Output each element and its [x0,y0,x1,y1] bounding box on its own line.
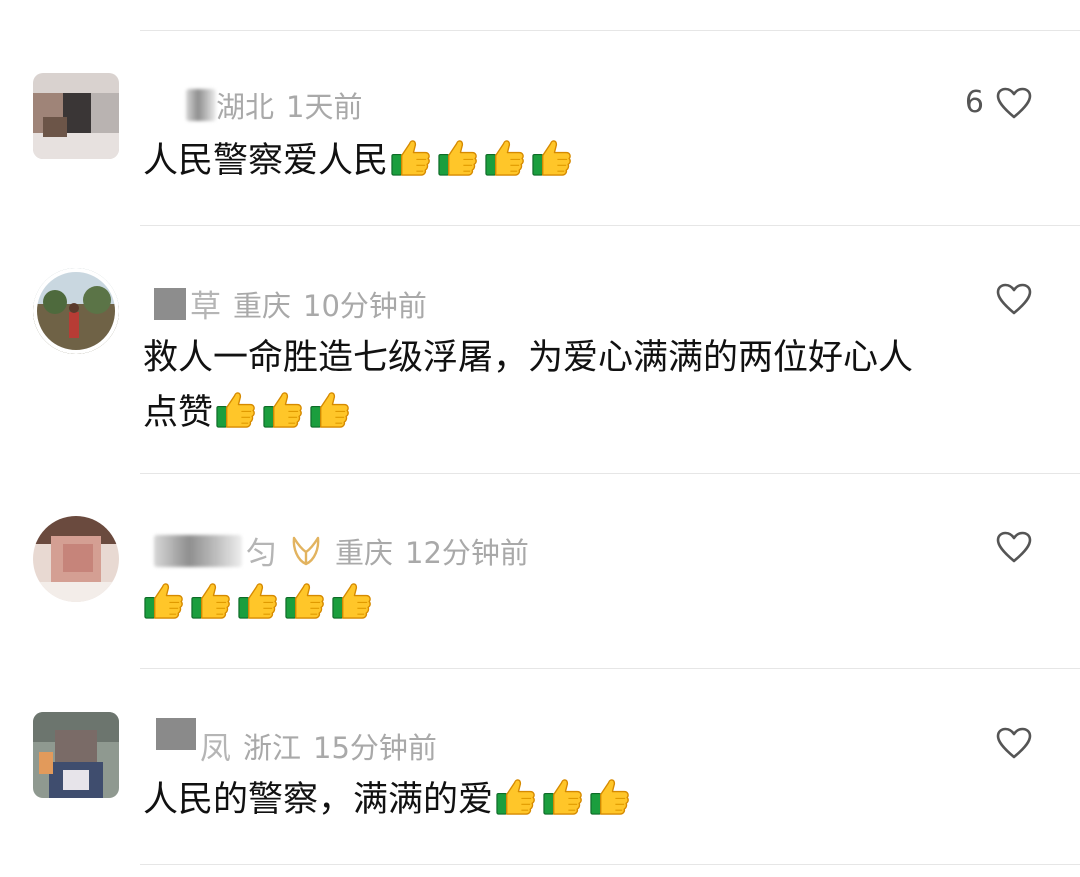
vip-badge-icon [292,536,320,565]
heart-outline-icon [996,531,1032,563]
thumbs-group [215,387,352,430]
avatar[interactable] [33,712,119,798]
comment-text-line-1: 救人一命胜造七级浮屠，为爱心满满的两位好心人 [143,338,914,378]
thumbs-up-emoji-icon [589,774,632,817]
divider-4 [140,864,1080,865]
avatar-photo-icon [33,73,119,159]
heart-outline-icon [996,87,1032,118]
avatar[interactable] [33,73,119,159]
timestamp: 15分钟前 [313,730,437,765]
thumbs-up-emoji-icon [437,135,480,178]
thumbs-up-emoji-icon [262,387,305,430]
heart-outline-icon [996,727,1032,759]
divider-top [140,30,1080,31]
comment-text [143,577,374,632]
divider-3 [140,668,1080,669]
comment-text: 救人一命胜造七级浮屠，为爱心满满的两位好心人 点赞 [143,331,913,441]
like-button[interactable] [984,531,1032,563]
username-visible-part[interactable]: 匀 [246,528,277,573]
comment-text-content: 人民的警察，满满的爱 [143,780,494,820]
username-redacted[interactable] [154,287,186,320]
location-label: 湖北 [216,90,275,124]
like-button[interactable] [984,283,1032,315]
comment-meta: 湖北 1天前 [150,84,362,126]
username-visible-part[interactable]: 凤 [200,723,231,768]
comment-text-content: 人民警察爱人民 [143,141,389,181]
comment-meta: 草 重庆 10分钟前 [150,281,427,326]
timestamp: 1天前 [286,90,363,124]
timestamp: 10分钟前 [303,288,427,323]
comment-meta: 凤 浙江 15分钟前 [150,717,437,768]
thumbs-up-emoji-icon [531,135,574,178]
thumbs-up-emoji-icon [542,774,585,817]
thumbs-up-emoji-icon [390,135,433,178]
thumbs-up-emoji-icon [484,135,527,178]
thumbs-up-emoji-icon [190,578,233,621]
location-label: 重庆 [335,535,394,570]
like-button[interactable] [984,727,1032,759]
thumbs-up-emoji-icon [284,578,327,621]
like-count: 6 [964,85,984,120]
thumbs-group [390,135,574,178]
like-button[interactable]: 6 [965,85,1032,120]
thumbs-group [143,578,374,621]
location-label: 浙江 [243,730,302,765]
thumbs-up-emoji-icon [215,387,258,430]
thumbs-up-emoji-icon [237,578,280,621]
avatar[interactable] [33,516,119,602]
location-label: 重庆 [233,288,292,323]
heart-outline-icon [996,283,1032,315]
avatar-photo-icon [33,712,119,798]
thumbs-up-emoji-icon [495,774,538,817]
avatar-photo-icon [33,516,119,602]
thumbs-up-emoji-icon [331,578,374,621]
thumbs-up-emoji-icon [143,578,186,621]
username-redacted[interactable] [156,717,196,750]
comment-text: 人民警察爱人民 [143,134,574,189]
divider-1 [140,225,1080,226]
comment-text-line-2: 点赞 [143,386,913,441]
username-redacted[interactable] [154,534,242,567]
avatar[interactable] [33,268,119,354]
thumbs-group [495,774,632,817]
username-visible-part[interactable]: 草 [190,281,221,326]
avatar-photo-icon [33,268,119,354]
thumbs-up-emoji-icon [309,387,352,430]
username-redacted[interactable] [186,89,216,121]
comment-meta: 匀 重庆 12分钟前 [150,528,529,573]
timestamp: 12分钟前 [405,535,529,570]
divider-2 [140,473,1080,474]
comment-text: 人民的警察，满满的爱 [143,773,632,828]
comment-text-line-2-content: 点赞 [143,393,214,433]
